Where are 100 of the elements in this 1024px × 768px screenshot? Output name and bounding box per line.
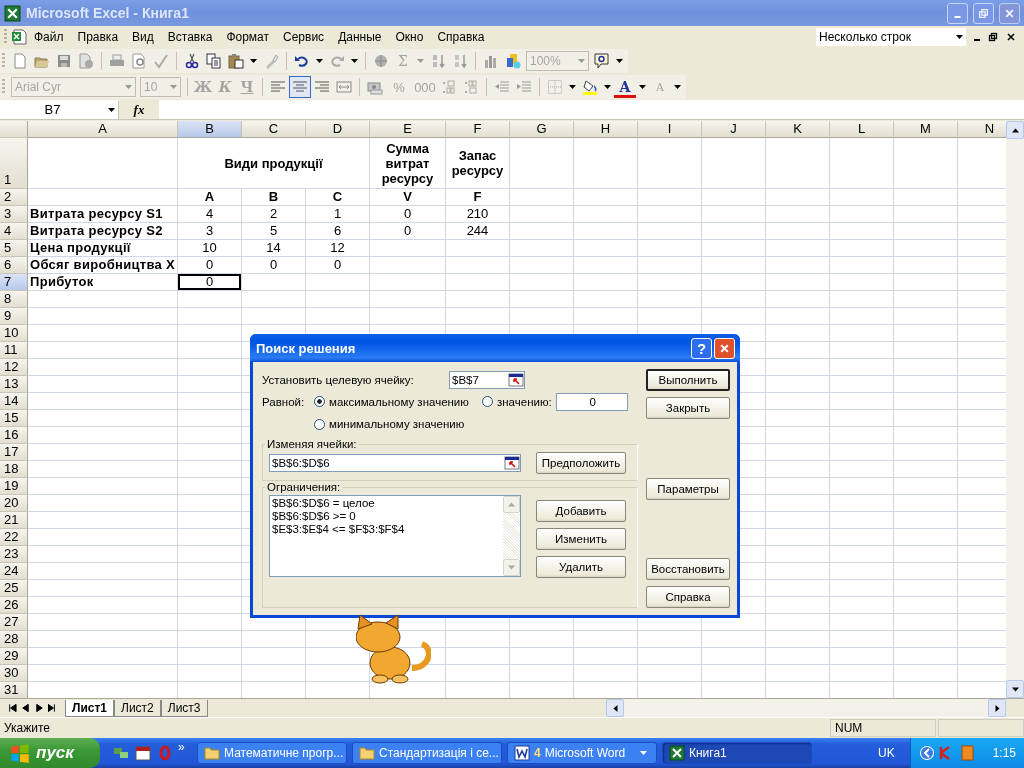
column-header[interactable]: H [574,121,638,138]
row-header[interactable]: 3 [0,206,28,223]
table-cell: F [446,189,510,206]
row-header[interactable]: 17 [0,444,28,461]
language-indicator[interactable]: UK [877,746,895,760]
column-header[interactable]: K [766,121,830,138]
row-header[interactable]: 13 [0,376,28,393]
dialog-button[interactable]: Выполнить [646,369,730,391]
more-button[interactable]: » [178,740,192,754]
constraint-button[interactable]: Удалить [536,556,626,578]
guess-button[interactable]: Предположить [536,452,626,474]
question-field[interactable]: Несколько строк [816,28,966,46]
row-header[interactable]: 4 [0,223,28,240]
menu-item[interactable]: Формат [219,28,277,46]
column-header[interactable]: A [28,121,178,138]
row-header[interactable]: 7 [0,274,28,291]
radio-option[interactable]: минимальному значению [314,418,465,430]
row-header[interactable]: 20 [0,495,28,512]
row-header[interactable]: 27 [0,614,28,631]
column-header[interactable]: I [638,121,702,138]
sheet-tab[interactable]: Лист3 [160,699,208,717]
radio-option[interactable]: значению: [482,395,552,408]
row-header[interactable]: 14 [0,393,28,410]
taskbar-button[interactable]: Стандартизація і се... [352,742,502,764]
menu-item[interactable]: Данные [331,28,389,46]
menu-item[interactable]: Файл [27,28,71,46]
row-header[interactable]: 30 [0,665,28,682]
row-header[interactable]: 21 [0,512,28,529]
field-label: Равной: [262,395,306,408]
table-cell: 4 [178,206,242,223]
target-cell-field[interactable]: $B$7 [449,370,525,389]
column-header[interactable]: G [510,121,574,138]
dialog-button[interactable]: Восстановить [646,558,730,580]
column-header[interactable]: M [894,121,958,138]
menu-item[interactable]: Правка [70,28,126,46]
constraint-button[interactable]: Добавить [536,500,626,522]
radio-option[interactable]: максимальному значению [314,395,482,408]
row-header[interactable]: 22 [0,529,28,546]
list-item[interactable]: $B$6:$D$6 = целое [272,497,501,510]
row-header[interactable]: 12 [0,359,28,376]
table-cell: 1 [306,206,370,223]
dialog-button[interactable]: Закрыть [646,397,730,419]
row-header[interactable]: 5 [0,240,28,257]
menu-item[interactable]: Вид [125,28,161,46]
column-header[interactable]: C [242,121,306,138]
table-cell: 0 [178,274,242,291]
table-cell: 244 [446,223,510,240]
column-header[interactable]: B [178,121,242,138]
column-header[interactable]: J [702,121,766,138]
help-button[interactable]: ? [691,337,712,359]
value-field[interactable]: 0 [555,392,628,411]
row-header[interactable]: 28 [0,631,28,648]
row-header[interactable]: 16 [0,427,28,444]
column-header[interactable]: N [958,121,1006,138]
row-header[interactable]: 15 [0,410,28,427]
changing-cells-field[interactable]: $B$6:$D$6 [269,454,521,472]
column-header[interactable]: D [306,121,370,138]
start-button[interactable]: пуск [0,738,100,768]
menu-item[interactable]: Справка [430,28,492,46]
table-cell: 0 [370,206,446,223]
table-cell: Сумма витрат ресурсу [370,138,446,189]
row-header[interactable]: 2 [0,189,28,206]
row-header[interactable]: 23 [0,546,28,563]
field-label: Установить целевую ячейку: [262,373,415,386]
group-label: Изменяя ячейки: [266,438,358,450]
row-header[interactable]: 31 [0,682,28,698]
row-header[interactable]: 6 [0,257,28,274]
menu-item[interactable]: Сервис [276,28,332,46]
table-cell: Запас ресурсу [446,138,510,189]
column-header[interactable]: L [830,121,894,138]
sheet-tab[interactable]: Лист1 [65,699,115,717]
row-header[interactable]: 25 [0,580,28,597]
column-header[interactable]: F [446,121,510,138]
menu-item[interactable]: Вставка [160,28,220,46]
window-title: Microsoft Excel - Книга1 [26,5,189,21]
menu-item[interactable]: Окно [388,28,431,46]
font-color-button[interactable]: A [614,76,636,98]
list-item[interactable]: $B$6:$D$6 >= 0 [272,510,501,523]
row-header[interactable]: 8 [0,291,28,308]
row-header[interactable]: 24 [0,563,28,580]
dialog-button[interactable]: Параметры [646,477,730,500]
dialog-button[interactable]: Справка [646,586,730,608]
insert-function-button[interactable]: fx [119,100,159,119]
taskbar-button[interactable]: Математичне прогр... [197,742,347,764]
row-header[interactable]: 19 [0,478,28,495]
row-header[interactable]: 1 [0,138,28,189]
sheet-tab[interactable]: Лист2 [114,699,161,717]
row-header[interactable]: 11 [0,342,28,359]
row-header[interactable]: 18 [0,461,28,478]
constraints-list[interactable]: $B$6:$D$6 = целое $B$6:$D$6 >= 0 $E$3:$E$4 <= $F$3:$F$4 [269,495,521,577]
list-item[interactable]: $E$3:$E$4 <= $F$3:$F$4 [272,523,501,536]
row-header[interactable]: 9 [0,308,28,325]
taskbar-button[interactable]: 4 Microsoft Word [507,742,657,764]
task-label: Книга1 [689,746,727,760]
row-header[interactable]: 26 [0,597,28,614]
taskbar-button[interactable]: Книга1 [662,742,812,764]
column-header[interactable]: E [370,121,446,138]
row-header[interactable]: 29 [0,648,28,665]
row-header[interactable]: 10 [0,325,28,342]
constraint-button[interactable]: Изменить [536,528,626,550]
